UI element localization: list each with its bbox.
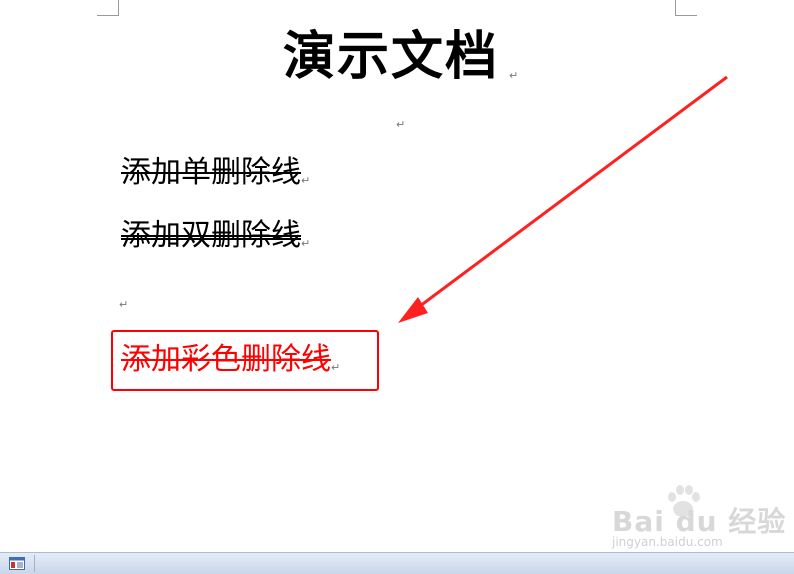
red-arrow-icon bbox=[398, 75, 728, 323]
status-bar-separator bbox=[34, 555, 35, 572]
document-page[interactable]: 演示文档 ↵ ↵ 添加单删除线↵ 添加双删除线↵ ↵ 添加彩色删除线↵ Bai … bbox=[0, 0, 794, 552]
layout-icon[interactable] bbox=[9, 557, 25, 570]
watermark-url: jingyan.baidu.com bbox=[612, 535, 723, 549]
watermark-brand: Bai du 经验 bbox=[612, 505, 787, 538]
status-bar bbox=[0, 552, 794, 574]
